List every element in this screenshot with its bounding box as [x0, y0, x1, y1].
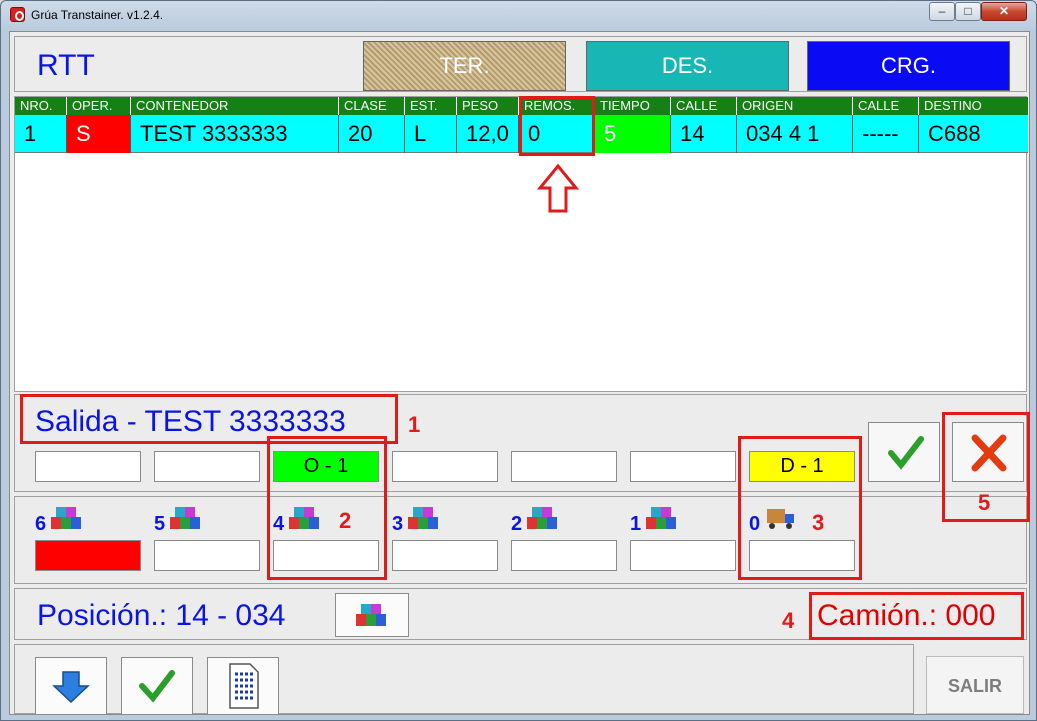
cell-peso: 12,0	[457, 115, 519, 153]
accept-button[interactable]	[121, 657, 193, 715]
des-button[interactable]: DES.	[586, 41, 789, 91]
binary-report-button[interactable]	[207, 657, 279, 715]
slot-2[interactable]	[154, 451, 260, 482]
up-arrow-icon	[536, 164, 580, 213]
stack-levels-panel: 6 5 4 3 2 1 0	[14, 496, 1027, 584]
cell-clase: 20	[339, 115, 405, 153]
position-label: Posición.: 14 - 034	[37, 599, 286, 632]
cell-calle: 14	[671, 115, 737, 153]
app-window: Grúa Transtainer. v1.2.4. – □ ✕ RTT TER.…	[0, 0, 1037, 721]
col-header: NRO.	[15, 97, 67, 115]
col-header: PESO	[457, 97, 519, 115]
maximize-button[interactable]: □	[955, 2, 981, 21]
ter-button[interactable]: TER.	[363, 41, 566, 91]
containers-icon	[356, 604, 386, 626]
arrow-down-icon	[52, 671, 90, 704]
slot-4[interactable]	[392, 451, 498, 482]
cell-calle-2: -----	[853, 115, 919, 153]
level-number: 2	[511, 513, 523, 535]
annotation-number: 2	[339, 508, 352, 533]
cell-oper: S	[67, 115, 131, 153]
position-button[interactable]	[335, 593, 409, 637]
slot-5[interactable]	[511, 451, 617, 482]
containers-icon	[527, 507, 557, 529]
annotation-box-origin	[267, 436, 387, 580]
col-header: OPER.	[67, 97, 131, 115]
slot-1[interactable]	[35, 451, 141, 482]
cell-destino: C688	[928, 121, 981, 146]
containers-icon	[646, 507, 676, 529]
exit-button[interactable]: SALIR	[926, 656, 1024, 714]
mode-header: RTT TER. DES. CRG.	[14, 36, 1027, 92]
col-header: ORIGEN	[737, 97, 853, 115]
binary-file-icon	[229, 663, 259, 709]
minimize-button[interactable]: –	[929, 2, 955, 21]
containers-icon	[51, 507, 81, 529]
annotation-number: 5	[978, 490, 991, 515]
annotation-box-truck	[809, 592, 1024, 640]
level-number: 3	[392, 513, 404, 535]
containers-icon	[408, 507, 438, 529]
annotation-number: 3	[812, 510, 825, 535]
cell-origen: 034 4 1	[737, 115, 853, 153]
cell-contenedor: TEST 3333333	[131, 115, 339, 153]
crg-button[interactable]: CRG.	[807, 41, 1010, 91]
title-bar: Grúa Transtainer. v1.2.4. – □ ✕	[1, 1, 1036, 29]
checkmark-icon	[139, 670, 175, 703]
window-title: Grúa Transtainer. v1.2.4.	[31, 8, 164, 22]
annotation-box-remos	[519, 96, 595, 156]
annotation-number: 4	[782, 608, 795, 633]
col-header: TIEMPO	[595, 97, 671, 115]
level-number: 6	[35, 513, 47, 535]
level-field-2[interactable]	[511, 540, 617, 571]
col-header: DESTINO	[924, 98, 982, 113]
level-field-3[interactable]	[392, 540, 498, 571]
bottom-toolbar	[14, 644, 914, 715]
cell-nro: 1	[15, 115, 67, 153]
containers-icon	[170, 507, 200, 529]
cell-tiempo: 5	[595, 115, 671, 153]
rtt-label: RTT	[37, 49, 95, 82]
level-number: 1	[630, 513, 642, 535]
down-button[interactable]	[35, 657, 107, 715]
close-window-button[interactable]: ✕	[981, 2, 1027, 21]
cell-est: L	[405, 115, 457, 153]
annotation-box-destination	[738, 436, 862, 580]
col-header: CALLE	[671, 97, 737, 115]
level-field-5[interactable]	[154, 540, 260, 571]
col-header: CONTENEDOR	[131, 97, 339, 115]
checkmark-icon	[888, 436, 924, 470]
app-logo-icon	[10, 7, 25, 22]
slot-6[interactable]	[630, 451, 736, 482]
col-header: CALLE	[853, 97, 919, 115]
col-header: CLASE	[339, 97, 405, 115]
level-field-6[interactable]	[35, 540, 141, 571]
confirm-button[interactable]	[868, 422, 940, 482]
level-number: 5	[154, 513, 166, 535]
col-header: EST.	[405, 97, 457, 115]
client-area: RTT TER. DES. CRG. NRO. OPER. CONTENEDOR…	[9, 31, 1030, 715]
annotation-number: 1	[408, 412, 421, 437]
level-field-1[interactable]	[630, 540, 736, 571]
